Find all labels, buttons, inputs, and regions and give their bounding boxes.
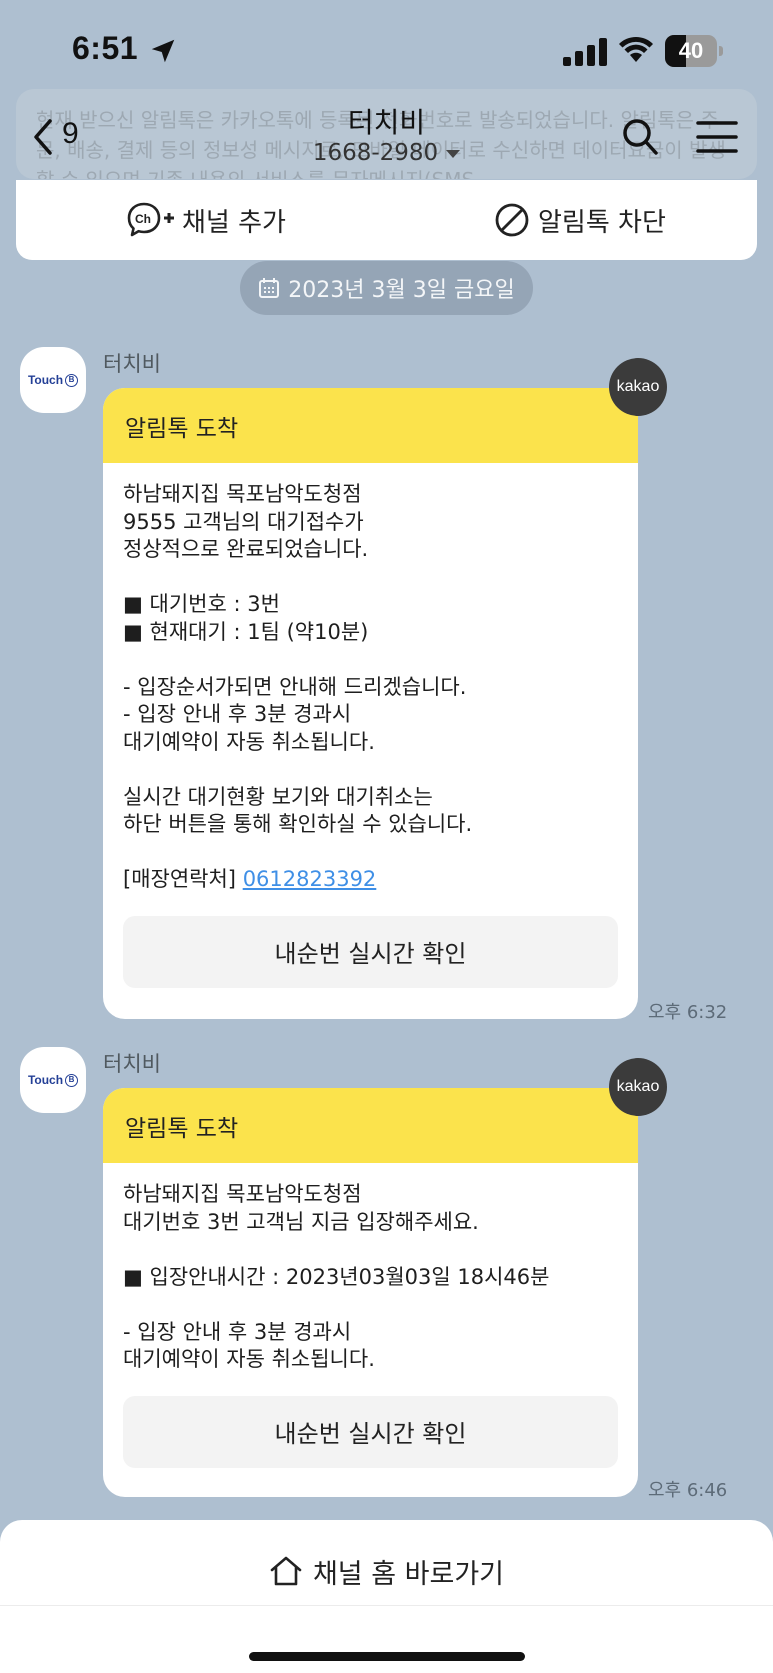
- message-time: 오후 6:32: [648, 1002, 728, 1023]
- message-line: 하남돼지집 목포남악도청점: [123, 482, 362, 506]
- home-icon: [270, 1556, 302, 1586]
- channel-home-button[interactable]: 채널 홈 바로가기: [0, 1544, 773, 1598]
- message-line: [123, 756, 618, 784]
- status-time: 6:51: [72, 30, 139, 66]
- alimtalk-message-bubble: 알림톡 도착 하남돼지집 목포남악도청점 대기번호 3번 고객님 지금 입장해주…: [103, 1088, 638, 1497]
- status-bar: 6:51 40: [0, 0, 773, 95]
- block-icon: [495, 203, 529, 237]
- channel-add-icon: Ch: [127, 202, 174, 237]
- message-body: 하남돼지집 목포남악도청점 대기번호 3번 고객님 지금 입장해주세요. ■ 입…: [103, 1163, 638, 1374]
- message-line: 9555 고객님의 대기접수가: [123, 509, 364, 534]
- svg-text:Ch: Ch: [135, 212, 151, 226]
- caret-down-icon: [446, 149, 461, 158]
- message-line: [123, 564, 618, 592]
- channel-phone: 1668-2980: [312, 140, 439, 166]
- battery-level: 40: [678, 38, 704, 63]
- message-line: - 입장 안내 후 3분 경과시: [123, 702, 352, 726]
- message-sender: 터치비: [103, 352, 161, 376]
- search-icon[interactable]: [620, 115, 660, 159]
- channel-home-label: 채널 홈 바로가기: [312, 1558, 505, 1590]
- channel-avatar[interactable]: Touch B: [20, 347, 86, 413]
- message-line: 대기예약이 자동 취소됩니다.: [123, 1347, 375, 1371]
- message-time: 오후 6:46: [648, 1480, 728, 1501]
- bottom-bar: 채널 홈 바로가기: [0, 1520, 773, 1673]
- message-line: [123, 646, 618, 674]
- message-sender: 터치비: [103, 1052, 161, 1076]
- message-line: [123, 1236, 618, 1264]
- message-line: ■ 대기번호 : 3번: [123, 592, 280, 616]
- message-line: 하단 버튼을 통해 확인하실 수 있습니다.: [123, 812, 473, 836]
- message-header: 알림톡 도착: [103, 388, 638, 463]
- add-channel-label: 채널 추가: [182, 207, 286, 238]
- add-channel-button[interactable]: Ch 채널 추가: [126, 180, 286, 260]
- contact-line: [매장연락처] 0612823392: [123, 866, 618, 894]
- block-alimtalk-label: 알림톡 차단: [538, 207, 666, 238]
- location-arrow-icon: [151, 39, 175, 63]
- contact-phone-link[interactable]: 0612823392: [243, 867, 377, 891]
- date-divider-label: 2023년 3월 3일 금요일: [288, 278, 515, 303]
- kakao-badge: kakao: [609, 1058, 667, 1116]
- kakao-badge: kakao: [609, 358, 667, 416]
- message-line: ■ 입장안내시간 : 2023년03월03일 18시46분: [123, 1264, 550, 1289]
- divider: [0, 1605, 773, 1606]
- channel-action-panel: Ch 채널 추가 알림톡 차단: [16, 180, 757, 260]
- home-indicator[interactable]: [249, 1652, 525, 1661]
- menu-icon[interactable]: [696, 119, 738, 155]
- message-line: [123, 839, 618, 867]
- calendar-icon: [259, 278, 280, 298]
- message-line: - 입장순서가되면 안내해 드리겠습니다.: [123, 674, 467, 699]
- channel-avatar[interactable]: Touch B: [20, 1047, 86, 1113]
- message-line: 정상적으로 완료되었습니다.: [123, 537, 369, 561]
- check-queue-button[interactable]: 내순번 실시간 확인: [123, 1395, 618, 1468]
- message-line: [123, 1291, 618, 1319]
- message-line: 대기번호 3번 고객님 지금 입장해주세요.: [123, 1209, 479, 1234]
- check-queue-button[interactable]: 내순번 실시간 확인: [123, 915, 618, 988]
- block-alimtalk-button[interactable]: 알림톡 차단: [492, 180, 666, 260]
- message-body: 하남돼지집 목포남악도청점 9555 고객님의 대기접수가 정상적으로 완료되었…: [103, 463, 638, 894]
- message-header: 알림톡 도착: [103, 1088, 638, 1163]
- message-line: - 입장 안내 후 3분 경과시: [123, 1319, 352, 1344]
- touchb-logo: Touch B: [28, 1073, 79, 1087]
- message-line: 하남돼지집 목포남악도청점: [123, 1182, 362, 1206]
- wifi-icon: [619, 36, 653, 62]
- chat-header: 현재 받으신 알림톡은 카카오톡에 등록된 전화번호로 발송되었습니다. 알림톡…: [0, 85, 773, 180]
- message-line: 대기예약이 자동 취소됩니다.: [123, 729, 375, 754]
- cellular-signal-icon: [563, 38, 607, 66]
- contact-label: [매장연락처]: [123, 867, 236, 891]
- message-line: 실시간 대기현황 보기와 대기취소는: [123, 784, 433, 809]
- alimtalk-message-bubble: 알림톡 도착 하남돼지집 목포남악도청점 9555 고객님의 대기접수가 정상적…: [103, 388, 638, 1019]
- touchb-logo: Touch B: [28, 373, 79, 387]
- battery-icon: 40: [665, 35, 723, 67]
- date-divider: 2023년 3월 3일 금요일: [240, 261, 533, 315]
- message-line: ■ 현재대기 : 1팀 (약10분): [123, 619, 369, 644]
